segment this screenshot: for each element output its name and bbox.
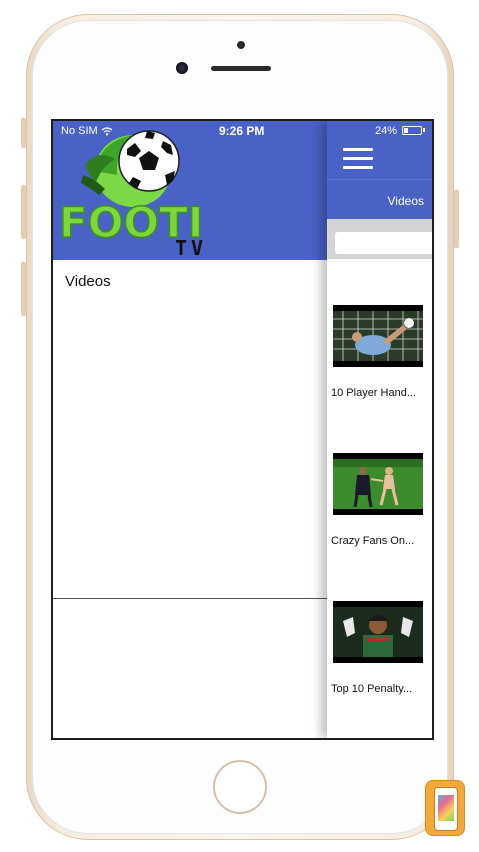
hamburger-menu-icon[interactable] [343,148,373,170]
video-thumbnail[interactable] [333,453,423,515]
status-time: 9:26 PM [219,124,265,138]
video-title: 10 Player Hand... [331,387,416,399]
app-screen: No SIM 9:26 PM FOOTI TV Videos 24% Video… [51,119,434,740]
tab-bar: Videos [327,179,432,220]
footi-tv-logo: FOOTI TV [58,130,207,259]
video-thumbnail-image [333,607,423,657]
battery-tip [423,128,425,132]
battery-percent: 24% [375,125,398,137]
menu-divider [53,598,327,599]
video-thumbnail-image [333,311,423,361]
battery-icon [402,126,422,135]
soccer-ball-icon [118,130,180,192]
volume-up-button [21,185,26,239]
menu-item-videos[interactable]: Videos [65,273,111,290]
app-icon-badge [425,780,465,836]
video-thumbnail-image [333,459,423,509]
video-thumbnail[interactable] [333,601,423,663]
menu-item-label: Videos [65,273,111,290]
search-input[interactable] [335,232,432,254]
mute-switch [21,118,26,148]
video-title: Crazy Fans On... [331,535,415,547]
front-camera-icon [176,62,188,74]
home-button[interactable] [213,760,267,814]
video-title: Top 10 Penalty... [331,683,413,695]
tab-videos[interactable]: Videos [388,194,424,208]
side-menu-drawer: No SIM 9:26 PM FOOTI TV Videos [53,121,327,738]
earpiece-speaker [211,66,271,71]
video-thumbnail[interactable] [333,305,423,367]
proximity-sensor [237,41,245,49]
power-button [454,190,459,248]
search-bar [327,219,432,259]
menu-header: No SIM 9:26 PM FOOTI TV [53,121,327,260]
nav-bar: 24% [327,121,432,179]
main-content-panel[interactable]: 24% Videos 10 Player Hand... Crazy Fans … [327,121,432,738]
volume-down-button [21,262,26,316]
logo-subtext: TV [175,236,207,259]
